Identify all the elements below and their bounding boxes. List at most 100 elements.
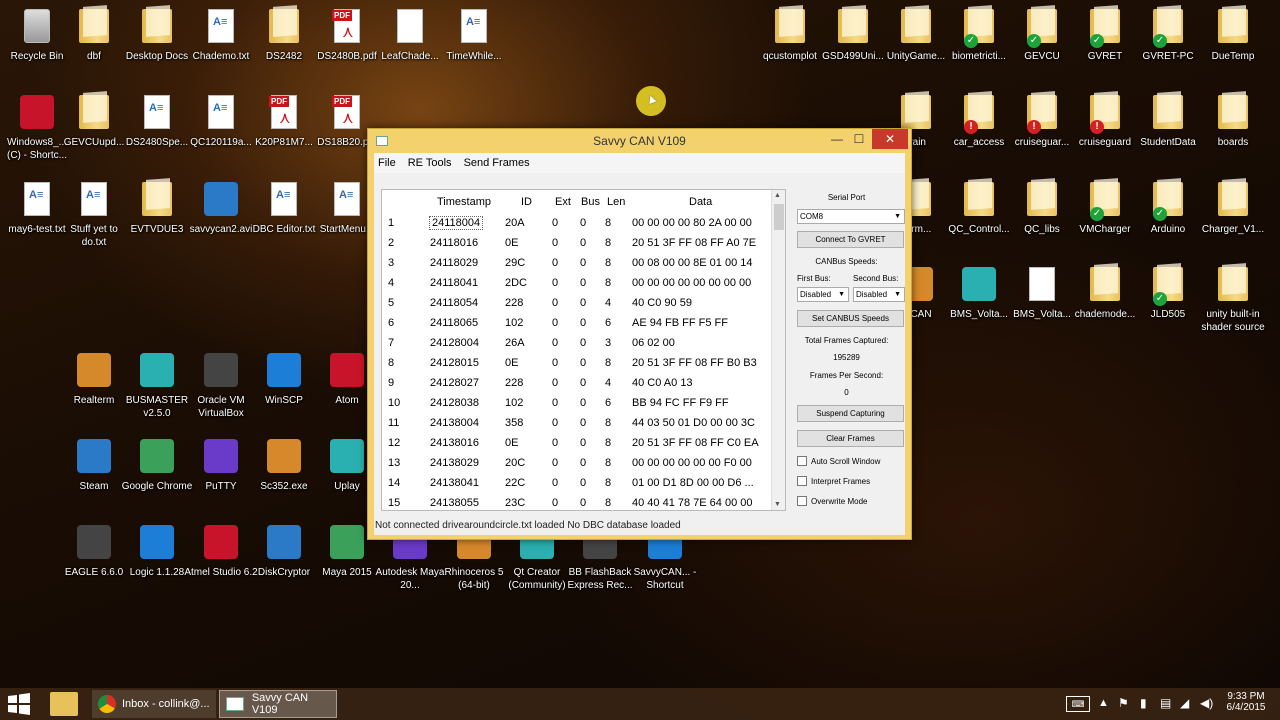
first-bus-select[interactable]: Disabled ▼: [797, 287, 849, 302]
table-row[interactable]: 3 24118029 29C 0 0 8 00 08 00 00 8E 01 00 14: [382, 254, 771, 274]
scroll-up-icon[interactable]: ▲: [774, 192, 781, 199]
table-cell: 24128015: [430, 357, 479, 369]
menu-re-tools[interactable]: RE Tools: [408, 157, 452, 169]
table-row[interactable]: 5 24118054 228 0 0 4 40 C0 90 59: [382, 294, 771, 314]
folder-icon: [1218, 182, 1248, 216]
clock[interactable]: 9:33 PM 6/4/2015: [1226, 691, 1266, 713]
second-bus-label: Second Bus:: [853, 274, 899, 283]
desktop-right-icon-19[interactable]: Charger_V1...: [1196, 175, 1270, 259]
action-center-icon[interactable]: ⚑: [1118, 696, 1129, 710]
table-cell: 102: [505, 397, 524, 409]
auto-scroll-checkbox[interactable]: Auto Scroll Window: [797, 456, 880, 466]
table-scrollbar[interactable]: ▲ ▼: [771, 190, 785, 510]
scroll-down-icon[interactable]: ▼: [774, 501, 781, 508]
sync-ok-icon: ✓: [1090, 207, 1104, 221]
table-row[interactable]: 15 24138055 23C 0 0 8 40 40 41 78 7E 64 00 00: [382, 494, 771, 510]
file-explorer-icon[interactable]: [50, 692, 78, 716]
table-row[interactable]: 13 24138029 20C 0 0 8 00 00 00 00 00 00 F0 00: [382, 454, 771, 474]
title-bar[interactable]: Savvy CAN V109 — ☐ ✕: [368, 129, 911, 153]
table-cell: 24138016: [430, 437, 479, 449]
desktop-right-icon-12[interactable]: StudentData: [1131, 88, 1205, 172]
close-button[interactable]: ✕: [872, 129, 908, 149]
desktop-right-icon-13[interactable]: boards: [1196, 88, 1270, 172]
table-row[interactable]: 2 24118016 0E 0 0 8 20 51 3F FF 08 FF A0 7E: [382, 234, 771, 254]
windows-start-icon[interactable]: [6, 692, 32, 716]
canbus-speeds-label: CANBus Speeds:: [815, 257, 878, 266]
doc-icon: [1029, 267, 1055, 301]
keyboard-icon[interactable]: ⌨: [1066, 696, 1090, 712]
volume-icon[interactable]: ◀): [1200, 696, 1213, 710]
table-row[interactable]: 8 24128015 0E 0 0 8 20 51 3F FF 08 FF B0 B3: [382, 354, 771, 374]
table-cell: 13: [388, 457, 401, 469]
col-ext[interactable]: Ext: [555, 196, 571, 208]
menu-send-frames[interactable]: Send Frames: [464, 157, 530, 169]
desktop-left-icon-16[interactable]: EVTVDUE3: [120, 175, 194, 259]
col-id[interactable]: ID: [521, 196, 532, 208]
power-icon[interactable]: ▮: [1140, 696, 1147, 710]
overwrite-mode-checkbox[interactable]: Overwrite Mode: [797, 496, 867, 506]
desktop-left-icon-26[interactable]: Google Chrome: [120, 432, 194, 516]
desktop-left-icon-7[interactable]: TimeWhile...: [437, 2, 511, 86]
icon-label: Autodesk Maya 20...: [375, 567, 445, 591]
pdf-icon: [332, 95, 360, 129]
table-row[interactable]: 12 24138016 0E 0 0 8 20 51 3F FF 08 FF C0 EA: [382, 434, 771, 454]
desktop-right-icon-18[interactable]: ✓ Arduino: [1131, 175, 1205, 259]
table-row[interactable]: 11 24138004 358 0 0 8 44 03 50 01 D0 00 00 3C: [382, 414, 771, 434]
table-cell: 24118041: [430, 277, 479, 289]
table-cell: 20 51 3F FF 08 FF B0 B3: [632, 357, 757, 369]
col-timestamp[interactable]: Timestamp: [437, 196, 491, 208]
set-canbus-speeds-button[interactable]: Set CANBUS Speeds: [797, 310, 904, 327]
table-cell: 00 00 00 00 00 00 00 00: [632, 277, 752, 289]
total-frames-label: Total Frames Captured:: [804, 336, 889, 345]
table-cell: 0: [552, 217, 559, 229]
taskbar-item-chrome[interactable]: Inbox - collink@...: [92, 690, 216, 718]
second-bus-select[interactable]: Disabled ▼: [853, 287, 905, 302]
minimize-button[interactable]: —: [826, 129, 848, 149]
icon-label: Google Chrome: [121, 481, 193, 492]
show-hidden-icons-icon[interactable]: ▲: [1098, 697, 1109, 709]
serial-port-select[interactable]: COM8 ▼: [797, 209, 905, 224]
desktop-left-icon-6[interactable]: LeafChade...: [373, 2, 447, 86]
scroll-thumb[interactable]: [774, 204, 784, 230]
col-bus[interactable]: Bus: [581, 196, 600, 208]
table-cell: 0: [552, 317, 559, 329]
maximize-button[interactable]: ☐: [848, 129, 870, 149]
col-data[interactable]: Data: [689, 196, 712, 208]
table-cell: 358: [505, 417, 524, 429]
network-icon[interactable]: ▤: [1160, 696, 1171, 710]
interpret-frames-checkbox[interactable]: Interpret Frames: [797, 476, 870, 486]
table-cell: 0: [552, 497, 559, 509]
desktop-right-icon-24[interactable]: ✓ JLD505: [1131, 260, 1205, 344]
frames-table[interactable]: Timestamp ID Ext Bus Len Data 1 24118004 2…: [381, 189, 786, 511]
mouse-cursor-icon: [636, 86, 666, 116]
clear-frames-button[interactable]: Clear Frames: [797, 430, 904, 447]
desktop-left-icon-2[interactable]: Desktop Docs: [120, 2, 194, 86]
table-row[interactable]: 14 24138041 22C 0 0 8 01 00 D1 8D 00 00 D6 ...: [382, 474, 771, 494]
desktop-left-icon-10[interactable]: DS2480Spe...: [120, 88, 194, 172]
desktop-right-icon-25[interactable]: unity built-in shader source: [1196, 260, 1270, 344]
table-cell: 0: [580, 277, 587, 289]
wifi-icon[interactable]: ◢: [1180, 696, 1189, 710]
table-cell: 3: [388, 257, 395, 269]
table-cell: 0: [580, 217, 587, 229]
table-cell: 8: [605, 437, 612, 449]
taskbar-item-savvycan[interactable]: Savvy CAN V109: [219, 690, 337, 718]
folder-icon: [1090, 267, 1120, 301]
col-len[interactable]: Len: [607, 196, 625, 208]
table-row[interactable]: 7 24128004 26A 0 0 3 06 02 00: [382, 334, 771, 354]
suspend-capturing-button[interactable]: Suspend Capturing: [797, 405, 904, 422]
desktop-right-icon-6[interactable]: ✓ GVRET-PC: [1131, 2, 1205, 86]
table-row[interactable]: 1 24118004 20A 0 0 8 00 00 00 00 80 2A 00 00: [382, 214, 771, 234]
desktop-right-icon-7[interactable]: DueTemp: [1196, 2, 1270, 86]
desktop-left-icon-31[interactable]: Logic 1.1.28: [120, 518, 194, 602]
table-row[interactable]: 9 24128027 228 0 0 4 40 C0 A0 13: [382, 374, 771, 394]
table-row[interactable]: 4 24118041 2DC 0 0 8 00 00 00 00 00 00 00 00: [382, 274, 771, 294]
menu-file[interactable]: File: [378, 157, 396, 169]
table-cell: 11: [388, 417, 400, 429]
desktop-left-icon-21[interactable]: BUSMASTER v2.5.0: [120, 346, 194, 430]
table-cell: 24118016: [430, 237, 479, 249]
table-row[interactable]: 10 24128038 102 0 0 6 BB 94 FC FF F9 FF: [382, 394, 771, 414]
table-row[interactable]: 6 24118065 102 0 0 6 AE 94 FB FF F5 FF: [382, 314, 771, 334]
connect-gvret-button[interactable]: Connect To GVRET: [797, 231, 904, 248]
table-cell: 4: [605, 297, 612, 309]
